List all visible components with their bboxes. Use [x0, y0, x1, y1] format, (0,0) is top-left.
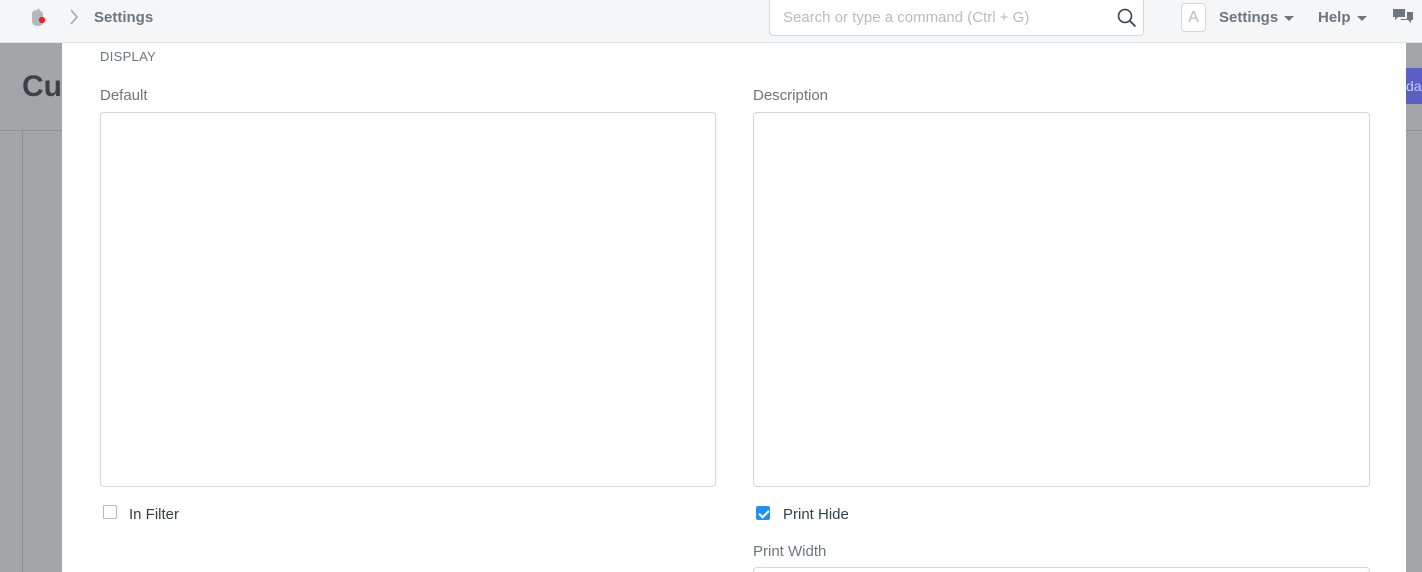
- print-hide-checkbox[interactable]: [756, 506, 770, 520]
- description-label: Description: [753, 87, 829, 104]
- chevron-right-icon: [70, 9, 79, 25]
- app-logo-icon[interactable]: [28, 8, 48, 28]
- search-icon[interactable]: [1117, 8, 1137, 28]
- user-avatar[interactable]: A: [1181, 3, 1206, 32]
- search-input[interactable]: [770, 0, 1110, 35]
- breadcrumb-settings[interactable]: Settings: [94, 9, 153, 26]
- awesome-bar: [769, 0, 1144, 36]
- chat-icon[interactable]: [1392, 7, 1414, 27]
- caret-down-icon: [1284, 16, 1295, 21]
- settings-dropdown[interactable]: Settings: [1219, 9, 1295, 26]
- customize-form-field-dialog: DISPLAY Default Description In Filter Pr…: [62, 43, 1406, 572]
- print-width-input[interactable]: [753, 567, 1370, 572]
- in-filter-checkbox[interactable]: [103, 505, 117, 519]
- print-hide-label[interactable]: Print Hide: [783, 506, 849, 523]
- print-width-label: Print Width: [753, 543, 827, 560]
- background-primary-button: da: [1406, 68, 1422, 104]
- in-filter-label[interactable]: In Filter: [129, 506, 179, 523]
- section-heading-display: DISPLAY: [100, 49, 157, 64]
- top-navbar: Settings A Settings Help: [0, 0, 1422, 43]
- default-textarea[interactable]: [100, 112, 716, 487]
- help-dropdown[interactable]: Help: [1318, 9, 1367, 26]
- help-dropdown-label: Help: [1318, 9, 1351, 26]
- settings-dropdown-label: Settings: [1219, 9, 1279, 26]
- background-sidebar-line: [22, 131, 23, 572]
- caret-down-icon: [1356, 16, 1367, 21]
- description-textarea[interactable]: [753, 112, 1370, 487]
- default-label: Default: [100, 87, 148, 104]
